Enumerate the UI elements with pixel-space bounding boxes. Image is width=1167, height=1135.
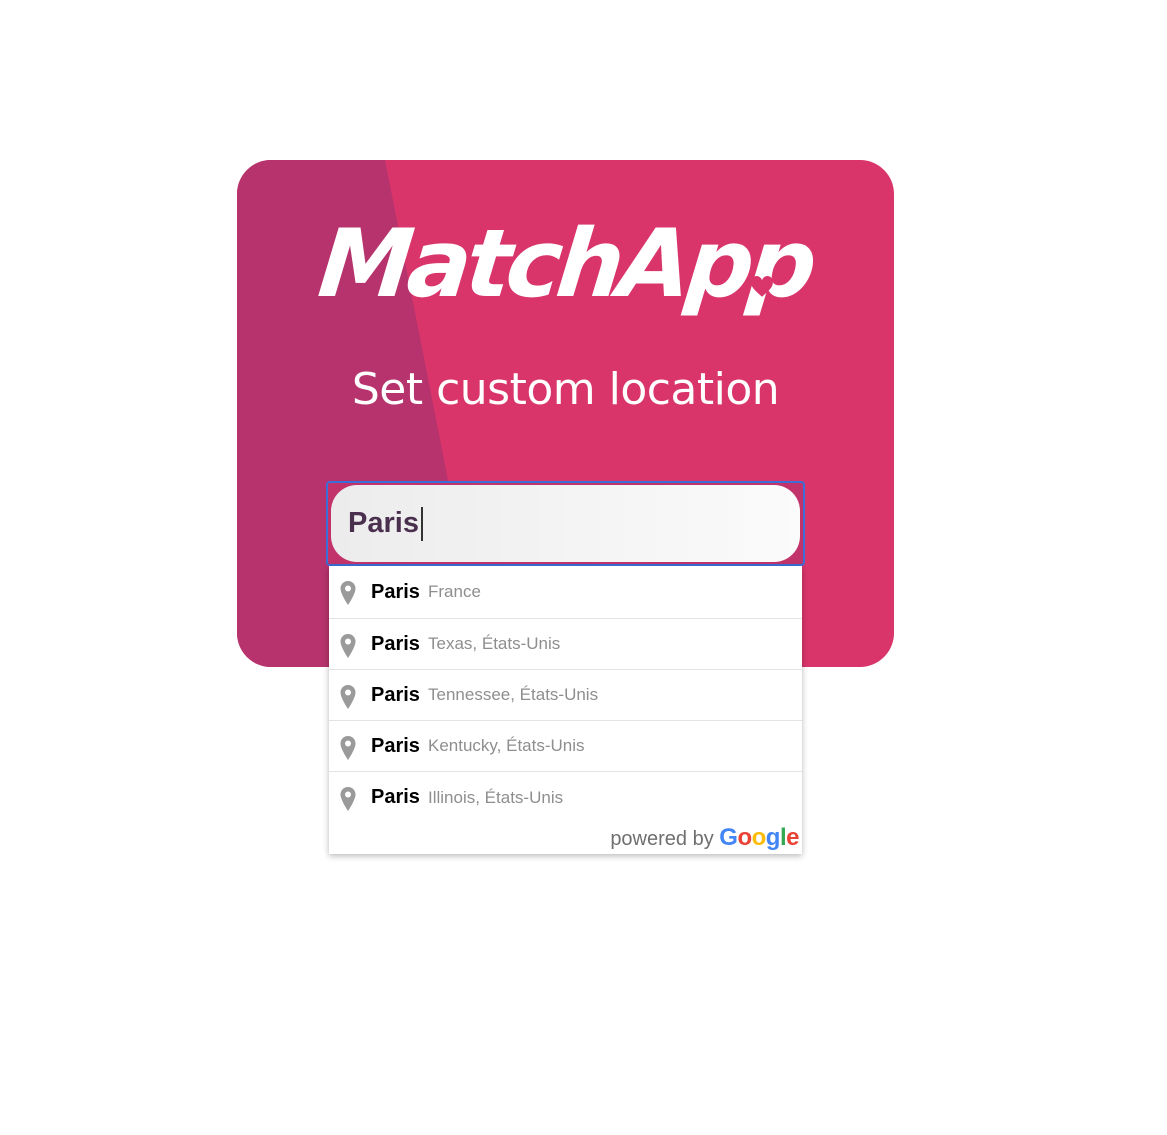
location-search-input[interactable]: Paris bbox=[331, 485, 800, 562]
suggestion-secondary-text: Kentucky, États-Unis bbox=[428, 736, 585, 755]
suggestion-item[interactable]: Paris Illinois, États-Unis bbox=[329, 772, 802, 823]
suggestion-main-text: Paris bbox=[371, 734, 420, 757]
suggestion-secondary-text: Tennessee, États-Unis bbox=[428, 685, 599, 704]
page-title: Set custom location bbox=[351, 364, 780, 415]
map-pin-icon bbox=[340, 685, 356, 709]
suggestion-item[interactable]: Paris Tennessee, États-Unis bbox=[329, 670, 802, 721]
suggestion-main-text: Paris bbox=[371, 580, 420, 603]
suggestion-item[interactable]: Paris Kentucky, États-Unis bbox=[329, 721, 802, 772]
search-field[interactable]: Paris bbox=[326, 481, 805, 566]
suggestion-item[interactable]: Paris Texas, États-Unis bbox=[329, 619, 802, 670]
map-pin-icon bbox=[340, 581, 356, 605]
suggestion-main-text: Paris bbox=[371, 683, 420, 706]
map-pin-icon bbox=[340, 787, 356, 811]
search-input-value: Paris bbox=[348, 507, 419, 539]
text-caret bbox=[420, 506, 423, 541]
suggestion-secondary-text: France bbox=[428, 582, 481, 601]
suggestion-main-text: Paris bbox=[371, 786, 420, 808]
map-pin-icon bbox=[340, 634, 356, 658]
autocomplete-dropdown: Paris France Paris Texas, États-Unis Par… bbox=[329, 566, 802, 854]
google-logo: Google bbox=[719, 824, 799, 851]
suggestion-item[interactable]: Paris France bbox=[329, 566, 802, 619]
suggestion-secondary-text: Texas, États-Unis bbox=[428, 634, 561, 653]
map-pin-icon bbox=[340, 736, 356, 760]
app-logo: MatchApp bbox=[313, 210, 818, 319]
powered-by-google: powered by Google bbox=[610, 824, 799, 852]
suggestion-main-text: Paris bbox=[371, 632, 420, 655]
powered-by-label: powered by bbox=[610, 828, 714, 850]
heart-icon bbox=[751, 276, 773, 297]
suggestion-secondary-text: Illinois, États-Unis bbox=[428, 787, 564, 807]
